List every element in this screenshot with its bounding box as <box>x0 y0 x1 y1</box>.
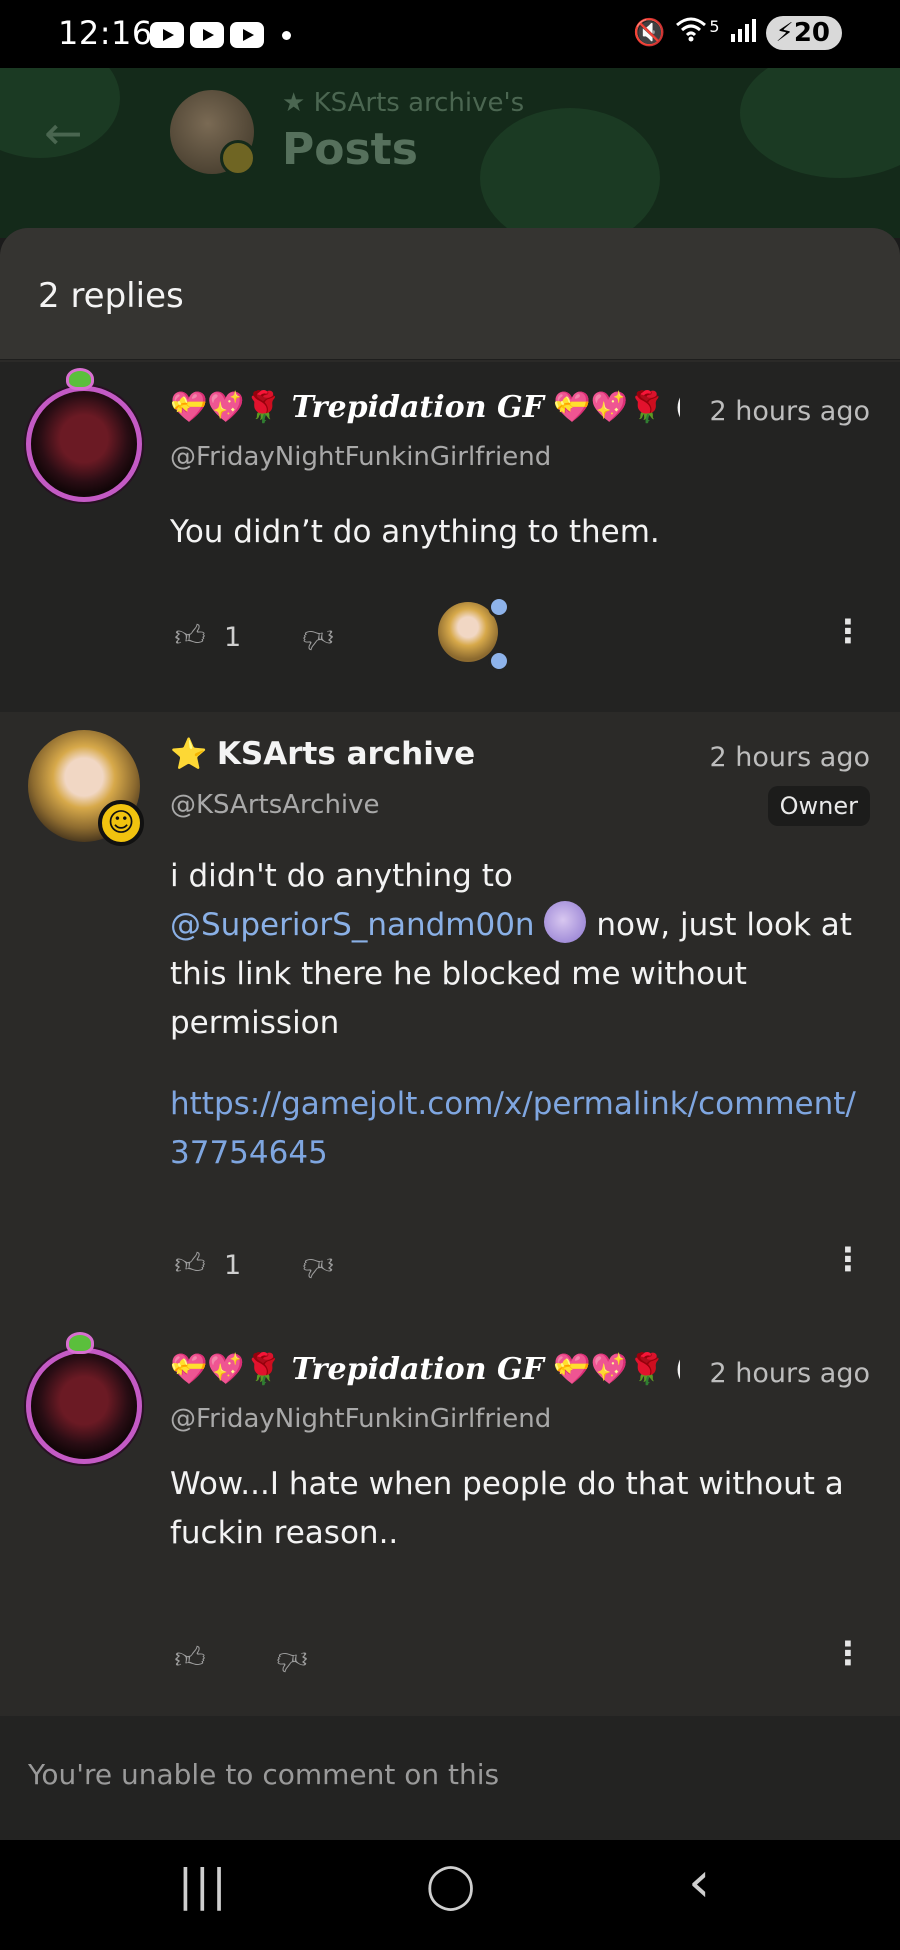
header-decoration <box>480 108 660 238</box>
like-count: 1 <box>224 1249 242 1281</box>
notice-text: You're unable to comment on this <box>28 1758 500 1791</box>
back-arrow-icon[interactable]: ← <box>44 106 83 160</box>
link-text: 37754645 <box>170 1135 328 1171</box>
comment-body: i didn't do anything to @SuperiorS_nandm… <box>170 852 870 1048</box>
comment-body: Wow...I hate when people do that without… <box>170 1466 844 1551</box>
status-time: 12:16 <box>58 14 153 52</box>
star-icon: ⭐ <box>170 737 208 772</box>
home-button[interactable]: ◯ <box>426 1860 475 1911</box>
charging-icon: ⚡ <box>775 18 794 48</box>
replies-count: 2 replies <box>38 276 184 316</box>
youtube-notification-icon <box>190 22 224 48</box>
header-title: Posts <box>282 124 418 175</box>
mute-icon: 🔇 <box>632 18 666 48</box>
comment-author[interactable]: 💝💖🌹 Trepidation GF 💝💖🌹 ( <box>170 390 680 425</box>
thumbs-up-icon[interactable]: 👍︎ <box>170 619 210 655</box>
more-options-icon[interactable]: ⋮ <box>832 612 864 650</box>
recent-apps-button[interactable]: ||| <box>178 1860 228 1911</box>
smiley-badge-icon <box>220 140 256 176</box>
status-bar: 12:16 🔇 5 ⚡20 <box>0 0 900 68</box>
comment-actions: 👍︎ 1 👍︎ <box>170 612 338 662</box>
thumbs-up-icon[interactable]: 👍︎ <box>170 1641 210 1677</box>
comment-badge-icon <box>488 596 510 618</box>
back-button[interactable]: ‹ <box>688 1850 710 1915</box>
wifi-icon <box>675 17 707 50</box>
like-count: 1 <box>224 621 242 653</box>
more-options-icon[interactable]: ⋮ <box>832 1240 864 1278</box>
link-text: https://gamejolt.com/x/permalink/comment… <box>170 1086 856 1122</box>
name-emoji: 💝💖🌹 ( <box>553 1352 680 1387</box>
comment-handle[interactable]: @FridayNightFunkinGirlfriend <box>170 1404 551 1434</box>
author-name: Trepidation GF <box>291 390 544 425</box>
name-emoji: 💝💖🌹 <box>170 1352 283 1387</box>
comment-item: 💝💖🌹 Trepidation GF 💝💖🌹 ( 2 hours ago @Fr… <box>0 1332 900 1712</box>
status-icons: 🔇 5 ⚡20 <box>633 16 842 50</box>
name-emoji: 💝💖🌹 ( <box>553 390 680 425</box>
comment-time: 2 hours ago <box>709 742 870 773</box>
comment-item: 💝💖🌹 Trepidation GF 💝💖🌹 ( 2 hours ago @Fr… <box>0 362 900 712</box>
owner-badge: Owner <box>767 786 870 826</box>
thumbs-down-icon[interactable]: 👍︎ <box>298 1247 338 1283</box>
author-name: Trepidation GF <box>291 1352 544 1387</box>
comment-item: ☺ ⭐ KSArts archive 2 hours ago @KSArtsAr… <box>0 712 900 1283</box>
comment-disabled-notice: You're unable to comment on this <box>0 1716 900 1840</box>
replies-bar: 2 replies <box>0 228 900 360</box>
user-avatar[interactable] <box>26 386 142 502</box>
cellular-signal-icon <box>730 18 756 49</box>
header-subtitle: ★ KSArts archive's <box>282 88 525 118</box>
frog-badge-icon <box>66 1332 94 1354</box>
signal-strength-label: 5 <box>709 16 720 36</box>
comment-text: i didn't do anything to <box>170 858 513 894</box>
comment-author[interactable]: ⭐ KSArts archive <box>170 736 590 772</box>
thumbs-up-icon[interactable]: 👍︎ <box>170 1247 210 1283</box>
thumbs-down-icon[interactable]: 👍︎ <box>298 619 338 655</box>
name-emoji: 💝💖🌹 <box>170 390 283 425</box>
more-options-icon[interactable]: ⋮ <box>832 1634 864 1672</box>
battery-level: 20 <box>793 18 830 48</box>
replies-sheet: 2 replies 💝💖🌹 Trepidation GF 💝💖🌹 ( 2 hou… <box>0 228 900 1840</box>
smiley-badge-icon: ☺ <box>98 800 144 846</box>
posts-header: ← ★ KSArts archive's Posts <box>0 68 900 238</box>
permalink-link[interactable]: https://gamejolt.com/x/permalink/comment… <box>170 1080 870 1178</box>
user-avatar[interactable] <box>26 1348 142 1464</box>
comment-time: 2 hours ago <box>709 1358 870 1389</box>
comment-actions: 👍︎ 👍︎ <box>170 1634 312 1684</box>
comment-handle[interactable]: @FridayNightFunkinGirlfriend <box>170 442 551 472</box>
system-nav-bar: ||| ◯ ‹ <box>0 1840 900 1950</box>
comment-handle[interactable]: @KSArtsArchive <box>170 790 380 820</box>
heart-badge-icon <box>488 650 510 672</box>
user-mention-link[interactable]: @SuperiorS_nandm00n <box>170 907 535 943</box>
comment-actions: 👍︎ 1 👍︎ <box>170 1240 338 1290</box>
more-notifications-dot <box>282 31 291 40</box>
battery-indicator: ⚡20 <box>765 16 842 50</box>
mention-avatar <box>544 901 587 943</box>
comment-body: You didn’t do anything to them. <box>170 514 660 550</box>
thumbs-down-icon[interactable]: 👍︎ <box>272 1641 312 1677</box>
author-name: KSArts archive <box>216 736 476 772</box>
youtube-notification-icon <box>150 22 184 48</box>
header-decoration <box>740 68 900 178</box>
frog-badge-icon <box>66 368 94 390</box>
comment-time: 2 hours ago <box>709 396 870 427</box>
youtube-notification-icon <box>230 22 264 48</box>
comment-author[interactable]: 💝💖🌹 Trepidation GF 💝💖🌹 ( <box>170 1352 680 1387</box>
